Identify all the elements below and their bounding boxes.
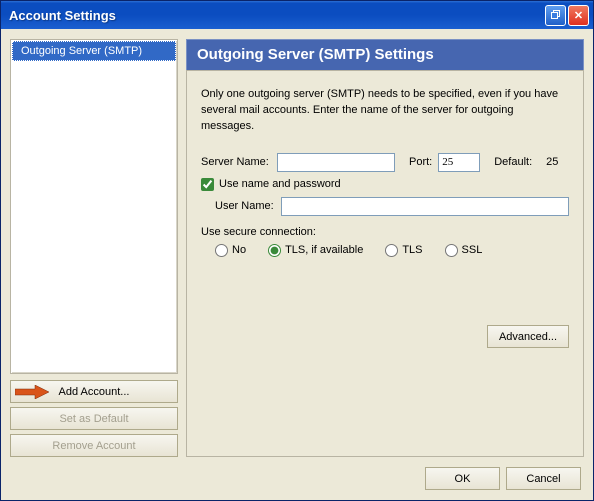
secure-radio-tls[interactable]	[385, 244, 398, 257]
add-account-button[interactable]: Add Account...	[10, 380, 178, 403]
secure-option-ssl[interactable]: SSL	[445, 244, 483, 257]
sidebar-buttons: Add Account... Set as Default Remove Acc…	[10, 380, 178, 457]
restore-icon	[551, 10, 561, 20]
advanced-button[interactable]: Advanced...	[487, 325, 569, 348]
secure-label: Use secure connection:	[201, 226, 569, 238]
close-icon: ✕	[574, 9, 583, 22]
dialog-body: Outgoing Server (SMTP) Add Account... Se…	[1, 29, 593, 467]
secure-radio-tls-if[interactable]	[268, 244, 281, 257]
secure-option-tls[interactable]: TLS	[385, 244, 422, 257]
server-name-input[interactable]	[277, 153, 395, 172]
set-default-label: Set as Default	[59, 413, 128, 425]
port-input[interactable]	[438, 153, 480, 172]
use-auth-checkbox[interactable]	[201, 178, 214, 191]
sidebar-item-smtp[interactable]: Outgoing Server (SMTP)	[12, 41, 176, 61]
settings-panel: Only one outgoing server (SMTP) needs to…	[186, 70, 584, 457]
port-label: Port:	[409, 156, 432, 168]
secure-radio-ssl[interactable]	[445, 244, 458, 257]
advanced-label: Advanced...	[499, 331, 557, 343]
arrow-annotation-icon	[15, 385, 49, 399]
dialog-footer: OK Cancel	[1, 467, 593, 500]
cancel-button[interactable]: Cancel	[506, 467, 581, 490]
user-name-row: User Name:	[215, 197, 569, 216]
account-settings-window: Account Settings ✕ Outgoing Server (SMTP…	[0, 0, 594, 501]
panel-description: Only one outgoing server (SMTP) needs to…	[201, 87, 569, 135]
close-button[interactable]: ✕	[568, 5, 589, 26]
use-auth-row: Use name and password	[201, 178, 569, 191]
cancel-label: Cancel	[526, 473, 560, 485]
default-port-label: Default:	[494, 156, 532, 168]
server-name-label: Server Name:	[201, 156, 277, 168]
secure-radio-no[interactable]	[215, 244, 228, 257]
user-name-input[interactable]	[281, 197, 569, 216]
user-name-label: User Name:	[215, 200, 281, 212]
remove-account-label: Remove Account	[52, 440, 135, 452]
ok-label: OK	[455, 473, 471, 485]
default-port-value: 25	[546, 156, 558, 168]
secure-option-tls-if[interactable]: TLS, if available	[268, 244, 363, 257]
secure-connection-options: No TLS, if available TLS SSL	[215, 244, 569, 257]
sidebar: Outgoing Server (SMTP) Add Account... Se…	[10, 39, 178, 457]
use-auth-label: Use name and password	[219, 178, 341, 190]
main-panel: Outgoing Server (SMTP) Settings Only one…	[186, 39, 584, 457]
add-account-label: Add Account...	[59, 386, 130, 398]
account-tree[interactable]: Outgoing Server (SMTP)	[10, 39, 178, 374]
panel-heading: Outgoing Server (SMTP) Settings	[186, 39, 584, 70]
server-name-row: Server Name: Port: Default: 25	[201, 153, 569, 172]
window-title: Account Settings	[9, 8, 545, 23]
secure-option-no[interactable]: No	[215, 244, 246, 257]
restore-button[interactable]	[545, 5, 566, 26]
titlebar[interactable]: Account Settings ✕	[1, 1, 593, 29]
set-default-button: Set as Default	[10, 407, 178, 430]
ok-button[interactable]: OK	[425, 467, 500, 490]
window-buttons: ✕	[545, 5, 589, 26]
remove-account-button: Remove Account	[10, 434, 178, 457]
